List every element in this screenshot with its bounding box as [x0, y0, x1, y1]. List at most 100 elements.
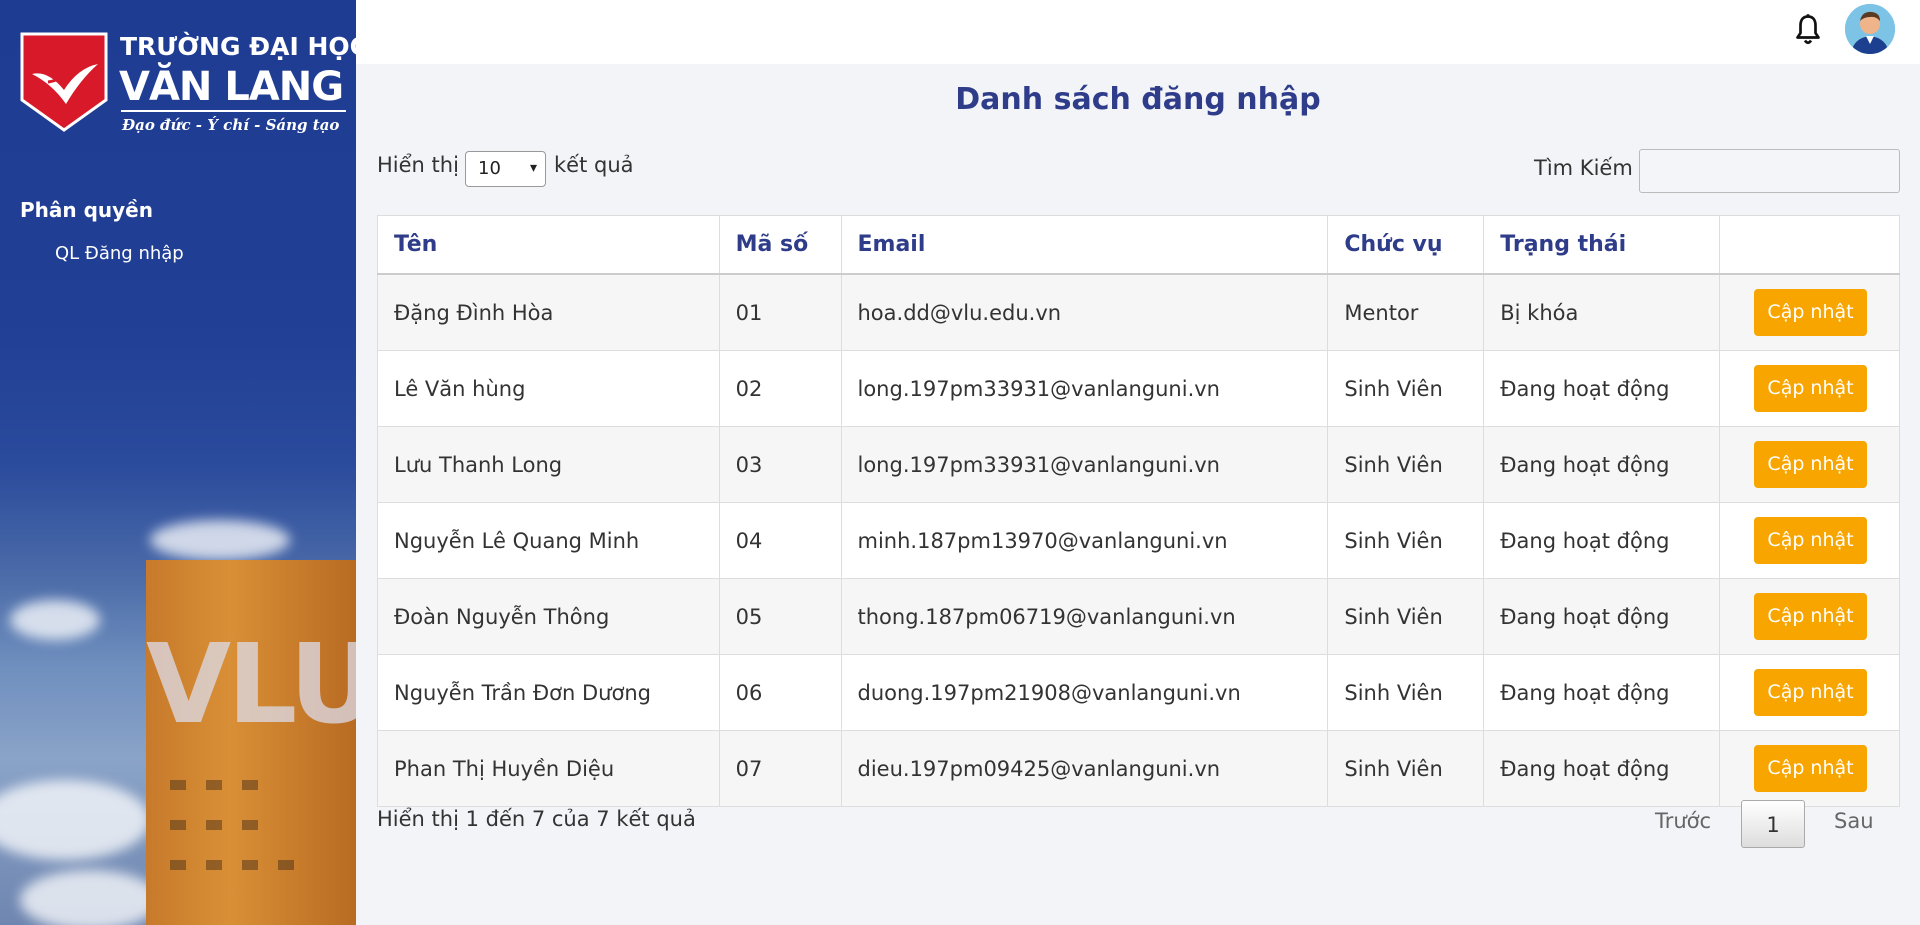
- table-row: Lê Văn hùng 02 long.197pm33931@vanlangun…: [377, 350, 1900, 427]
- cell-name: Đoàn Nguyễn Thông: [377, 578, 720, 655]
- logo-line-1: TRƯỜNG ĐẠI HỌC: [120, 32, 356, 61]
- cell-role: Sinh Viên: [1327, 350, 1485, 427]
- cell-email: thong.187pm06719@vanlanguni.vn: [840, 578, 1329, 655]
- cell-action: Cập nhật: [1719, 350, 1900, 427]
- cell-email: long.197pm33931@vanlanguni.vn: [840, 426, 1329, 503]
- page-size-value: 10: [478, 158, 501, 179]
- sidebar-item-login-management[interactable]: QL Đăng nhập: [55, 243, 184, 264]
- update-button[interactable]: Cập nhật: [1754, 289, 1868, 336]
- column-header-name[interactable]: Tên: [377, 215, 720, 275]
- table-row: Đặng Đình Hòa 01 hoa.dd@vlu.edu.vn Mento…: [377, 273, 1900, 351]
- campus-building-image: VLU: [146, 560, 356, 925]
- building-window: [242, 780, 258, 790]
- cell-action: Cập nhật: [1719, 654, 1900, 731]
- building-lettering: VLU: [146, 620, 356, 748]
- logo-line-2: VĂN LANG: [119, 64, 344, 110]
- column-header-status[interactable]: Trạng thái: [1483, 215, 1721, 275]
- update-button[interactable]: Cập nhật: [1754, 365, 1868, 412]
- shield-logo-icon: [20, 32, 108, 132]
- cell-code: 01: [718, 273, 842, 351]
- column-header-code[interactable]: Mã số: [718, 215, 842, 275]
- logo-tagline: Đạo đức - Ý chí - Sáng tạo: [122, 116, 340, 134]
- update-button[interactable]: Cập nhật: [1754, 745, 1868, 792]
- page-size-select[interactable]: 10 ▾: [465, 151, 546, 187]
- cell-status: Bị khóa: [1483, 273, 1721, 351]
- cloud-decoration: [0, 780, 150, 860]
- building-window: [206, 780, 222, 790]
- cell-action: Cập nhật: [1719, 730, 1900, 807]
- cell-action: Cập nhật: [1719, 578, 1900, 655]
- building-window: [242, 820, 258, 830]
- table-row: Nguyễn Lê Quang Minh 04 minh.187pm13970@…: [377, 502, 1900, 579]
- cell-code: 02: [718, 350, 842, 427]
- cell-action: Cập nhật: [1719, 273, 1900, 351]
- result-summary: Hiển thị 1 đến 7 của 7 kết quả: [377, 807, 696, 831]
- cell-role: Mentor: [1327, 273, 1485, 351]
- cell-role: Sinh Viên: [1327, 730, 1485, 807]
- cell-status: Đang hoạt động: [1483, 654, 1721, 731]
- page-size-label: Hiển thị: [377, 153, 459, 177]
- logo-divider: [121, 110, 346, 112]
- table-row: Lưu Thanh Long 03 long.197pm33931@vanlan…: [377, 426, 1900, 503]
- building-window: [206, 860, 222, 870]
- cell-email: duong.197pm21908@vanlanguni.vn: [840, 654, 1329, 731]
- page-title: Danh sách đăng nhập: [955, 82, 1321, 117]
- cell-name: Lưu Thanh Long: [377, 426, 720, 503]
- building-window: [278, 860, 294, 870]
- pagination-prev[interactable]: Trước: [1655, 809, 1711, 833]
- cell-role: Sinh Viên: [1327, 502, 1485, 579]
- avatar-person-icon: [1845, 4, 1895, 54]
- update-button[interactable]: Cập nhật: [1754, 593, 1868, 640]
- building-window: [242, 860, 258, 870]
- cell-role: Sinh Viên: [1327, 426, 1485, 503]
- building-window: [170, 860, 186, 870]
- cell-email: hoa.dd@vlu.edu.vn: [840, 273, 1329, 351]
- pagination-page-1[interactable]: 1: [1741, 800, 1805, 848]
- cell-name: Nguyễn Lê Quang Minh: [377, 502, 720, 579]
- cloud-decoration: [10, 600, 100, 640]
- cell-code: 06: [718, 654, 842, 731]
- bell-icon[interactable]: [1790, 12, 1826, 48]
- column-header-action: [1719, 215, 1900, 275]
- cell-status: Đang hoạt động: [1483, 426, 1721, 503]
- cloud-decoration: [150, 520, 290, 560]
- cell-name: Lê Văn hùng: [377, 350, 720, 427]
- cell-email: minh.187pm13970@vanlanguni.vn: [840, 502, 1329, 579]
- building-window: [170, 780, 186, 790]
- cell-status: Đang hoạt động: [1483, 502, 1721, 579]
- update-button[interactable]: Cập nhật: [1754, 669, 1868, 716]
- chevron-down-icon: ▾: [529, 160, 537, 176]
- search-label: Tìm Kiếm: [1534, 156, 1633, 180]
- cell-role: Sinh Viên: [1327, 654, 1485, 731]
- building-window: [206, 820, 222, 830]
- sidebar-section-permissions[interactable]: Phân quyền: [20, 198, 153, 222]
- login-table: Tên Mã số Email Chức vụ Trạng thái Đặng …: [377, 215, 1900, 807]
- cell-email: long.197pm33931@vanlanguni.vn: [840, 350, 1329, 427]
- user-avatar[interactable]: [1845, 4, 1895, 54]
- building-window: [170, 820, 186, 830]
- cell-code: 03: [718, 426, 842, 503]
- cell-status: Đang hoạt động: [1483, 730, 1721, 807]
- sidebar: VLU TRƯỜNG ĐẠI HỌC VĂN LANG Đạo đức - Ý …: [0, 0, 356, 925]
- cell-action: Cập nhật: [1719, 426, 1900, 503]
- cell-action: Cập nhật: [1719, 502, 1900, 579]
- cell-role: Sinh Viên: [1327, 578, 1485, 655]
- page-size-suffix: kết quả: [554, 153, 634, 177]
- cloud-decoration: [20, 870, 160, 925]
- pagination-next[interactable]: Sau: [1834, 809, 1874, 833]
- cell-code: 07: [718, 730, 842, 807]
- update-button[interactable]: Cập nhật: [1754, 517, 1868, 564]
- table-row: Phan Thị Huyền Diệu 07 dieu.197pm09425@v…: [377, 730, 1900, 807]
- table-header-row: Tên Mã số Email Chức vụ Trạng thái: [377, 215, 1900, 275]
- column-header-role[interactable]: Chức vụ: [1327, 215, 1485, 275]
- cell-status: Đang hoạt động: [1483, 578, 1721, 655]
- cell-name: Phan Thị Huyền Diệu: [377, 730, 720, 807]
- top-bar: [356, 0, 1920, 64]
- update-button[interactable]: Cập nhật: [1754, 441, 1868, 488]
- column-header-email[interactable]: Email: [840, 215, 1329, 275]
- cell-name: Đặng Đình Hòa: [377, 273, 720, 351]
- search-input[interactable]: [1639, 149, 1900, 193]
- table-row: Đoàn Nguyễn Thông 05 thong.187pm06719@va…: [377, 578, 1900, 655]
- cell-code: 05: [718, 578, 842, 655]
- cell-name: Nguyễn Trần Đơn Dương: [377, 654, 720, 731]
